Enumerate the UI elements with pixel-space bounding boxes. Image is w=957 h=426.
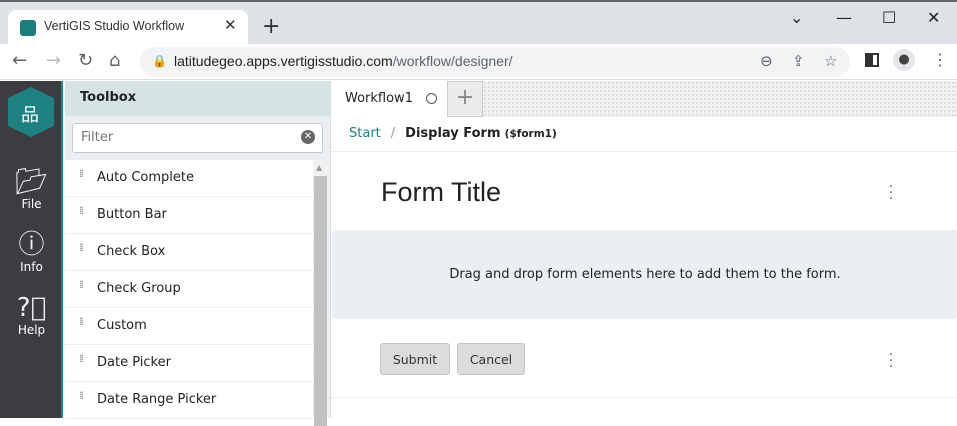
maximize-button[interactable]: ☐ bbox=[882, 8, 896, 27]
divider bbox=[331, 397, 957, 398]
toolbox-item-label: Date Picker bbox=[97, 355, 171, 370]
drag-handle-icon[interactable]: ⁞⁞ bbox=[79, 205, 87, 216]
add-workflow-tab-button[interactable]: + bbox=[447, 81, 483, 117]
toolbox-item-check-box[interactable]: ⁞⁞ Check Box bbox=[65, 234, 313, 271]
button-bar-more-icon[interactable]: · · · bbox=[881, 348, 901, 374]
share-icon[interactable]: ⇪ bbox=[792, 52, 805, 70]
toolbox-item-date-picker[interactable]: ⁞⁞ Date Picker bbox=[65, 345, 313, 382]
clear-filter-icon[interactable]: ✕ bbox=[301, 130, 315, 144]
address-bar[interactable]: 🔒 latitudegeo.apps.vertigisstudio.com/wo… bbox=[140, 47, 850, 77]
drag-handle-icon[interactable]: ⁞⁞ bbox=[79, 316, 87, 327]
cancel-button[interactable]: Cancel bbox=[457, 343, 525, 375]
browser-menu-icon[interactable]: ⋮ bbox=[932, 50, 948, 69]
form-title-more-icon[interactable]: · · · bbox=[881, 180, 901, 206]
toolbox-item-date-range-picker[interactable]: ⁞⁞ Date Range Picker bbox=[65, 382, 313, 419]
toolbox-scrollbar[interactable]: ▲ bbox=[313, 160, 328, 426]
rail-item-label: File bbox=[21, 197, 42, 211]
browser-tab-strip: VertiGIS Studio Workflow ✕ + ⌄ — ☐ ✕ bbox=[0, 0, 957, 46]
drag-handle-icon[interactable]: ⁞⁞ bbox=[79, 242, 87, 253]
toolbox-item-label: Auto Complete bbox=[97, 170, 194, 185]
rail-item-file[interactable]: 📂︎ File bbox=[0, 167, 63, 211]
toolbox-item-label: Check Box bbox=[97, 244, 166, 259]
filter-field[interactable]: ✕ bbox=[72, 123, 323, 153]
close-tab-icon[interactable]: ✕ bbox=[224, 16, 237, 34]
browser-toolbar: ← → ↻ ⌂ 🔒 latitudegeo.apps.vertigisstudi… bbox=[0, 44, 957, 80]
browser-tab[interactable]: VertiGIS Studio Workflow ✕ bbox=[8, 10, 248, 46]
submit-button[interactable]: Submit bbox=[380, 343, 450, 375]
rail-item-label: Help bbox=[17, 323, 46, 337]
toolbox-item-auto-complete[interactable]: ⁞⁞ Auto Complete bbox=[65, 160, 313, 197]
close-window-button[interactable]: ✕ bbox=[927, 8, 940, 27]
tab-workflow1[interactable]: Workflow1 bbox=[331, 81, 447, 117]
toolbox-item-label: Custom bbox=[97, 318, 147, 333]
help-icon: ?⃝ bbox=[16, 293, 47, 323]
toolbox-panel: Toolbox ✕ ⁞⁞ Auto Complete ⁞⁞ Button Bar ⁞… bbox=[65, 81, 330, 426]
url-text: latitudegeo.apps.vertigisstudio.com/work… bbox=[174, 53, 513, 69]
toolbox-item-button-bar[interactable]: ⁞⁞ Button Bar bbox=[65, 197, 313, 234]
side-panel-icon[interactable] bbox=[865, 53, 879, 67]
new-tab-button[interactable]: + bbox=[262, 14, 280, 39]
forward-icon[interactable]: → bbox=[46, 50, 61, 71]
tab-label: Workflow1 bbox=[345, 91, 413, 106]
toolbox-title: Toolbox bbox=[65, 81, 330, 116]
vertigis-logo: 品 bbox=[8, 87, 54, 137]
toolbox-item-label: Button Bar bbox=[97, 207, 167, 222]
unsaved-indicator-icon bbox=[426, 93, 437, 104]
toolbox-item-label: Check Group bbox=[97, 281, 181, 296]
vertigis-favicon-icon bbox=[20, 20, 36, 36]
lock-icon: 🔒 bbox=[152, 54, 167, 68]
minimize-button[interactable]: — bbox=[836, 8, 852, 27]
breadcrumb-start[interactable]: Start bbox=[349, 126, 381, 141]
back-icon[interactable]: ← bbox=[12, 50, 27, 71]
breadcrumb-current: Display Form bbox=[405, 126, 501, 141]
designer-main: Workflow1 + Start / Display Form ($form1) … bbox=[330, 81, 957, 418]
scroll-up-arrow-icon[interactable]: ▲ bbox=[316, 163, 322, 172]
filter-input[interactable] bbox=[81, 130, 291, 145]
rail-item-label: Info bbox=[20, 260, 43, 274]
tab-search-chevron-icon[interactable]: ⌄ bbox=[790, 8, 803, 27]
home-icon[interactable]: ⌂ bbox=[109, 50, 120, 71]
drag-handle-icon[interactable]: ⁞⁞ bbox=[79, 279, 87, 290]
info-icon: ⓘ bbox=[18, 230, 45, 260]
sitemap-icon: 品 bbox=[21, 105, 39, 126]
drag-handle-icon[interactable]: ⁞⁞ bbox=[79, 168, 87, 179]
rail-item-info[interactable]: ⓘ Info bbox=[0, 230, 63, 274]
reload-icon[interactable]: ↻ bbox=[78, 50, 93, 71]
breadcrumb-form-id: ($form1) bbox=[504, 128, 557, 140]
toolbox-item-check-group[interactable]: ⁞⁞ Check Group bbox=[65, 271, 313, 308]
scrollbar-thumb[interactable] bbox=[314, 176, 327, 426]
form-title[interactable]: Form Title bbox=[381, 177, 501, 208]
bookmark-star-icon[interactable]: ☆ bbox=[824, 52, 837, 70]
toolbox-item-label: Date Range Picker bbox=[97, 392, 217, 407]
workflow-tab-bar: Workflow1 + bbox=[331, 81, 957, 117]
toolbox-item-custom[interactable]: ⁞⁞ Custom bbox=[65, 308, 313, 345]
app-rail: 品 📂︎ File ⓘ Info ?⃝ Help bbox=[0, 81, 63, 418]
drag-handle-icon[interactable]: ⁞⁞ bbox=[79, 353, 87, 364]
profile-avatar-icon[interactable]: ● bbox=[893, 49, 915, 71]
breadcrumb: Start / Display Form ($form1) bbox=[331, 117, 957, 152]
drag-handle-icon[interactable]: ⁞⁞ bbox=[79, 390, 87, 401]
folder-icon: 📂︎ bbox=[14, 167, 48, 197]
rail-item-help[interactable]: ?⃝ Help bbox=[0, 293, 63, 337]
zoom-out-icon[interactable]: ⊖ bbox=[760, 52, 773, 70]
browser-tab-title: VertiGIS Studio Workflow bbox=[44, 19, 185, 33]
breadcrumb-separator: / bbox=[390, 126, 396, 141]
toolbox-list: ⁞⁞ Auto Complete ⁞⁞ Button Bar ⁞⁞ Check Box… bbox=[65, 160, 313, 419]
form-drop-zone[interactable]: Drag and drop form elements here to add … bbox=[332, 230, 957, 319]
